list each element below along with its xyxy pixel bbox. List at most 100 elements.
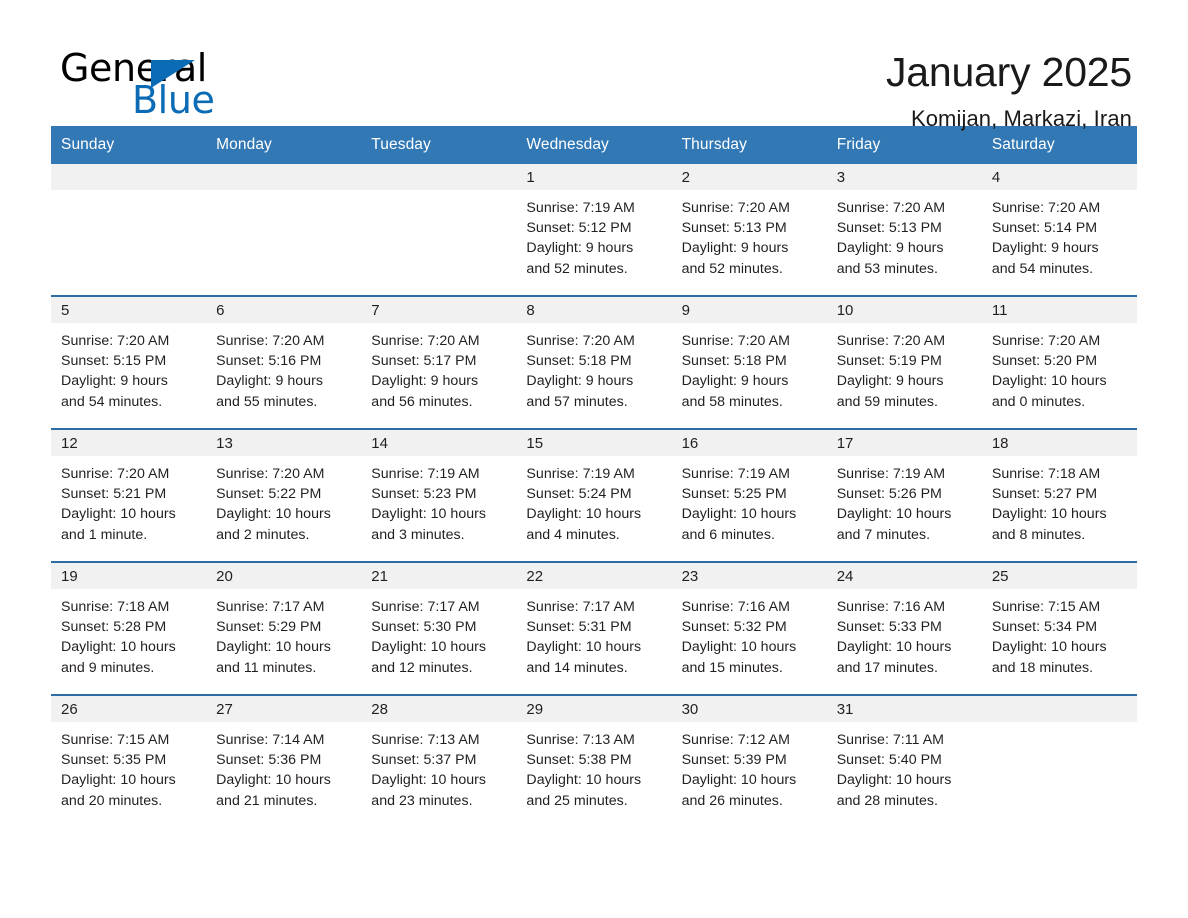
general-blue-logo[interactable]: General Blue xyxy=(56,46,316,122)
sunrise-text: Sunrise: 7:20 AM xyxy=(371,333,480,349)
daylight-text-line1: Daylight: 10 hours xyxy=(61,506,176,523)
calendar-day-cell[interactable]: 27 Sunrise: 7:14 AM Sunset: 5:36 PM Dayligh… xyxy=(206,696,362,827)
day-number xyxy=(206,164,362,190)
calendar-day-cell[interactable]: 16 Sunrise: 7:19 AM Sunset: 5:25 PM Dayligh… xyxy=(671,430,827,561)
calendar-day-cell[interactable]: 13 Sunrise: 7:20 AM Sunset: 5:22 PM Dayligh… xyxy=(206,430,362,561)
sunset-text: Sunset: 5:37 PM xyxy=(371,752,477,769)
daylight-text-line2: and 56 minutes. xyxy=(371,393,473,410)
calendar-day-cell[interactable]: 31 Sunrise: 7:11 AM Sunset: 5:40 PM Dayligh… xyxy=(826,696,982,827)
sunrise-text: Sunrise: 7:18 AM xyxy=(991,466,1101,482)
sunrise-text: Sunrise: 7:15 AM xyxy=(61,732,170,748)
day-details: Sunrise: 7:16 AM Sunset: 5:33 PM Daylight:… xyxy=(827,589,982,678)
sunrise-text: Sunrise: 7:16 AM xyxy=(681,599,790,615)
calendar-day-cell[interactable]: 4 Sunrise: 7:20 AM Sunset: 5:14 PM Daylight… xyxy=(981,164,1137,295)
day-details: Sunrise: 7:20 AM Sunset: 5:16 PM Daylight:… xyxy=(206,323,361,412)
day-number: 27 xyxy=(206,696,362,722)
calendar-day-cell[interactable]: 24 Sunrise: 7:16 AM Sunset: 5:33 PM Dayligh… xyxy=(826,563,982,694)
day-number: 16 xyxy=(671,430,827,456)
calendar-day-cell[interactable]: 12 Sunrise: 7:20 AM Sunset: 5:21 PM Dayligh… xyxy=(51,430,207,561)
sunset-text: Sunset: 5:39 PM xyxy=(681,752,787,769)
calendar-weeks: 1 Sunrise: 7:19 AM Sunset: 5:12 PM Daylight… xyxy=(51,164,1137,827)
daylight-text-line1: Daylight: 10 hours xyxy=(371,639,486,656)
sunset-text: Sunset: 5:23 PM xyxy=(371,486,477,503)
sunrise-text: Sunrise: 7:17 AM xyxy=(216,599,325,615)
calendar-day-cell[interactable]: 25 Sunrise: 7:15 AM Sunset: 5:34 PM Dayligh… xyxy=(981,563,1137,694)
day-details: Sunrise: 7:17 AM Sunset: 5:31 PM Daylight:… xyxy=(516,589,671,678)
day-number xyxy=(361,164,517,190)
calendar-day-cell[interactable]: 20 Sunrise: 7:17 AM Sunset: 5:29 PM Dayligh… xyxy=(206,563,362,694)
sunrise-text: Sunrise: 7:11 AM xyxy=(836,732,945,748)
daylight-text-line1: Daylight: 10 hours xyxy=(681,506,797,523)
sunset-text: Sunset: 5:31 PM xyxy=(526,619,632,636)
calendar-day-cell[interactable]: 15 Sunrise: 7:19 AM Sunset: 5:24 PM Dayligh… xyxy=(516,430,672,561)
sunset-text: Sunset: 5:16 PM xyxy=(216,353,322,370)
calendar-day-cell[interactable]: 2 Sunrise: 7:20 AM Sunset: 5:13 PM Daylight… xyxy=(671,164,827,295)
calendar-day-cell[interactable]: 9 Sunrise: 7:20 AM Sunset: 5:18 PM Daylight… xyxy=(671,297,827,428)
daylight-text-line1: Daylight: 10 hours xyxy=(836,639,952,656)
daylight-text-line2: and 11 minutes. xyxy=(216,659,317,676)
day-details: Sunrise: 7:20 AM Sunset: 5:13 PM Daylight:… xyxy=(827,190,982,279)
daylight-text-line2: and 8 minutes. xyxy=(991,526,1086,543)
calendar-day-cell[interactable]: 10 Sunrise: 7:20 AM Sunset: 5:19 PM Dayligh… xyxy=(826,297,982,428)
calendar-day-cell[interactable]: 6 Sunrise: 7:20 AM Sunset: 5:16 PM Daylight… xyxy=(206,297,362,428)
day-details: Sunrise: 7:18 AM Sunset: 5:28 PM Daylight:… xyxy=(51,589,206,678)
sunrise-text: Sunrise: 7:19 AM xyxy=(836,466,946,482)
daylight-text-line1: Daylight: 10 hours xyxy=(216,772,331,789)
daylight-text-line2: and 0 minutes. xyxy=(991,393,1086,410)
calendar-day-cell[interactable]: 5 Sunrise: 7:20 AM Sunset: 5:15 PM Daylight… xyxy=(51,297,207,428)
weekday-header-thursday: Thursday xyxy=(681,136,747,153)
daylight-text-line1: Daylight: 10 hours xyxy=(526,772,642,789)
day-number: 15 xyxy=(516,430,672,456)
day-number: 22 xyxy=(516,563,672,589)
sunset-text: Sunset: 5:13 PM xyxy=(681,220,787,237)
daylight-text-line2: and 21 minutes. xyxy=(216,792,318,809)
calendar-day-cell[interactable]: 26 Sunrise: 7:15 AM Sunset: 5:35 PM Dayligh… xyxy=(51,696,207,827)
calendar-day-cell[interactable]: 28 Sunrise: 7:13 AM Sunset: 5:37 PM Dayligh… xyxy=(361,696,517,827)
sunrise-text: Sunrise: 7:19 AM xyxy=(526,200,635,216)
calendar-day-cell[interactable]: 14 Sunrise: 7:19 AM Sunset: 5:23 PM Dayligh… xyxy=(361,430,517,561)
day-number: 28 xyxy=(361,696,517,722)
day-details: Sunrise: 7:20 AM Sunset: 5:17 PM Daylight:… xyxy=(361,323,516,412)
day-details: Sunrise: 7:20 AM Sunset: 5:14 PM Daylight:… xyxy=(982,190,1137,279)
daylight-text-line1: Daylight: 10 hours xyxy=(61,772,176,789)
daylight-text-line2: and 7 minutes. xyxy=(836,526,931,543)
sunset-text: Sunset: 5:29 PM xyxy=(216,619,322,636)
sunrise-text: Sunrise: 7:20 AM xyxy=(61,333,170,349)
calendar-day-cell[interactable]: 30 Sunrise: 7:12 AM Sunset: 5:39 PM Dayligh… xyxy=(671,696,827,827)
day-details: Sunrise: 7:14 AM Sunset: 5:36 PM Daylight:… xyxy=(206,722,361,811)
sunset-text: Sunset: 5:35 PM xyxy=(61,752,167,769)
sunrise-text: Sunrise: 7:17 AM xyxy=(526,599,635,615)
day-details: Sunrise: 7:19 AM Sunset: 5:12 PM Daylight:… xyxy=(516,190,671,279)
calendar-day-cell[interactable]: 1 Sunrise: 7:19 AM Sunset: 5:12 PM Daylight… xyxy=(516,164,672,295)
day-details xyxy=(361,190,516,198)
calendar-day-cell[interactable]: 3 Sunrise: 7:20 AM Sunset: 5:13 PM Daylight… xyxy=(826,164,982,295)
calendar-day-cell[interactable]: 21 Sunrise: 7:17 AM Sunset: 5:30 PM Dayligh… xyxy=(361,563,517,694)
calendar-day-cell[interactable]: 8 Sunrise: 7:20 AM Sunset: 5:18 PM Daylight… xyxy=(516,297,672,428)
calendar-day-cell[interactable]: 23 Sunrise: 7:16 AM Sunset: 5:32 PM Dayligh… xyxy=(671,563,827,694)
daylight-text-line1: Daylight: 9 hours xyxy=(216,373,323,390)
calendar-day-cell[interactable]: 17 Sunrise: 7:19 AM Sunset: 5:26 PM Dayligh… xyxy=(826,430,982,561)
sunset-text: Sunset: 5:33 PM xyxy=(836,619,942,636)
calendar-day-cell[interactable]: 7 Sunrise: 7:20 AM Sunset: 5:17 PM Daylight… xyxy=(361,297,517,428)
sunrise-text: Sunrise: 7:20 AM xyxy=(216,333,325,349)
calendar-day-cell[interactable]: 22 Sunrise: 7:17 AM Sunset: 5:31 PM Dayligh… xyxy=(516,563,672,694)
calendar-day-cell[interactable]: 11 Sunrise: 7:20 AM Sunset: 5:20 PM Dayligh… xyxy=(981,297,1137,428)
daylight-text-line1: Daylight: 10 hours xyxy=(526,506,642,523)
calendar-day-cell[interactable]: 18 Sunrise: 7:18 AM Sunset: 5:27 PM Dayligh… xyxy=(981,430,1137,561)
sunset-text: Sunset: 5:34 PM xyxy=(991,619,1098,636)
calendar-day-cell-empty xyxy=(206,164,362,295)
weekday-header-sunday: Sunday xyxy=(61,136,115,153)
calendar-day-cell[interactable]: 29 Sunrise: 7:13 AM Sunset: 5:38 PM Dayligh… xyxy=(516,696,672,827)
daylight-text-line2: and 17 minutes. xyxy=(836,659,938,676)
sunrise-text: Sunrise: 7:20 AM xyxy=(836,200,946,216)
sunset-text: Sunset: 5:14 PM xyxy=(991,220,1098,237)
sunrise-text: Sunrise: 7:16 AM xyxy=(836,599,946,615)
daylight-text-line2: and 9 minutes. xyxy=(61,659,155,676)
day-details: Sunrise: 7:15 AM Sunset: 5:34 PM Daylight:… xyxy=(982,589,1137,678)
daylight-text-line2: and 54 minutes. xyxy=(991,260,1094,277)
daylight-text-line1: Daylight: 10 hours xyxy=(371,772,486,789)
calendar-page: General Blue January 2025 Komijan, Marka… xyxy=(0,0,1188,918)
daylight-text-line2: and 57 minutes. xyxy=(526,393,628,410)
calendar-day-cell[interactable]: 19 Sunrise: 7:18 AM Sunset: 5:28 PM Dayligh… xyxy=(51,563,207,694)
sunset-text: Sunset: 5:17 PM xyxy=(371,353,477,370)
